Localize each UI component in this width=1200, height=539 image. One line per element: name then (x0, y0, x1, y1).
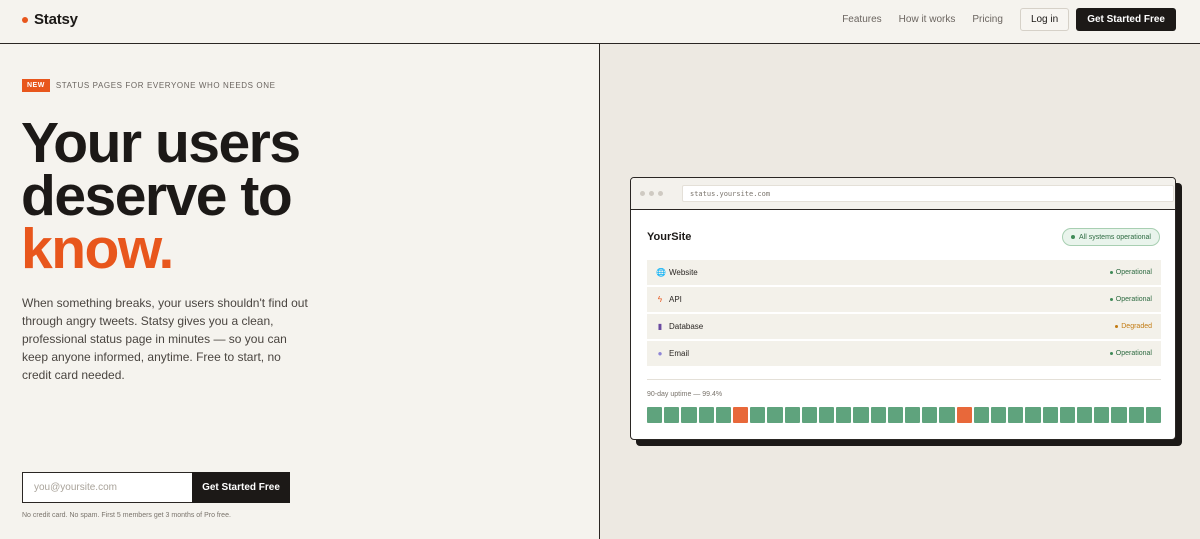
window-dot-icon (658, 191, 663, 196)
service-label: ▮ Database (656, 322, 703, 331)
service-status-text: Operational (1115, 296, 1152, 303)
status-dot-icon (1115, 325, 1119, 328)
uptime-bar-operational[interactable] (750, 407, 766, 423)
uptime-bar-operational[interactable] (801, 407, 818, 423)
service-row: ▮ Database Degraded (647, 314, 1161, 339)
service-status: Operational (1109, 269, 1152, 276)
uptime-bar-operational[interactable] (715, 407, 732, 423)
logo-dot-icon (22, 16, 28, 23)
service-name: Website (669, 268, 698, 277)
service-row: ● Email Operational (647, 341, 1161, 366)
uptime-bar-incident[interactable] (733, 407, 749, 423)
service-status: Operational (1109, 350, 1152, 357)
mockup-site-name: YourSite (647, 231, 692, 243)
email-input[interactable] (22, 472, 192, 503)
lightning-icon: ϟ (657, 295, 663, 304)
vertical-divider (599, 44, 600, 539)
service-status-text: Operational (1115, 350, 1152, 357)
url-bar: status.yoursite.com (682, 185, 1174, 202)
uptime-bar-operational[interactable] (767, 407, 783, 423)
uptime-bar-operational[interactable] (698, 407, 714, 423)
service-status: Degraded (1115, 323, 1152, 330)
uptime-bar-operational[interactable] (647, 407, 663, 423)
uptime-bar-operational[interactable] (1145, 407, 1162, 423)
database-icon: ▮ (657, 322, 663, 331)
uptime-bar-operational[interactable] (905, 407, 921, 423)
nav-pricing[interactable]: Pricing (972, 14, 1003, 25)
uptime-bar-operational[interactable] (784, 407, 800, 423)
overall-status-badge: All systems operational (1062, 228, 1160, 246)
uptime-bar-operational[interactable] (1042, 407, 1058, 423)
headline-line-2: deserve to (21, 164, 293, 228)
top-nav: Statsy Features How it works Pricing Log… (0, 0, 1200, 44)
service-label: ϟ API (656, 295, 682, 304)
browser-chrome: status.yoursite.com (631, 178, 1175, 210)
status-dot-icon (1109, 271, 1113, 274)
logo-text: Statsy (34, 11, 78, 28)
signup-form: Get Started Free (22, 472, 290, 503)
new-badge: NEW (22, 79, 50, 92)
service-name: API (669, 295, 682, 304)
uptime-bar-operational[interactable] (819, 407, 835, 423)
service-status: Operational (1109, 296, 1152, 303)
service-row: ϟ API Operational (647, 287, 1161, 312)
uptime-bar-operational[interactable] (939, 407, 955, 423)
uptime-bar-operational[interactable] (973, 407, 990, 423)
service-status-text: Degraded (1121, 323, 1152, 330)
nav-links: Features How it works Pricing Log in Get… (842, 8, 1176, 31)
uptime-bar-incident[interactable] (956, 407, 972, 423)
overall-status-text: All systems operational (1079, 233, 1151, 241)
window-dot-icon (640, 191, 645, 196)
email-icon: ● (657, 349, 663, 358)
fineprint: No credit card. No spam. First 5 members… (22, 512, 231, 519)
uptime-bar-operational[interactable] (1128, 407, 1144, 423)
service-status-text: Operational (1115, 269, 1152, 276)
service-label: 🌐 Website (656, 268, 698, 277)
uptime-bar-operational[interactable] (681, 407, 697, 423)
uptime-bar-operational[interactable] (853, 407, 869, 423)
nav-how-it-works[interactable]: How it works (899, 14, 956, 25)
signup-button[interactable]: Get Started Free (192, 472, 290, 503)
eyebrow-text: STATUS PAGES FOR EVERYONE WHO NEEDS ONE (55, 81, 276, 90)
hero-headline: Your users deserve to know. (21, 111, 301, 281)
status-dot-icon (1109, 352, 1113, 355)
logo[interactable]: Statsy (22, 11, 78, 28)
uptime-bar-operational[interactable] (887, 407, 904, 423)
uptime-bars (647, 407, 1162, 423)
eyebrow: NEW STATUS PAGES FOR EVERYONE WHO NEEDS … (22, 79, 276, 92)
globe-icon: 🌐 (656, 268, 666, 277)
get-started-button[interactable]: Get Started Free (1076, 8, 1176, 31)
uptime-bar-operational[interactable] (1025, 407, 1041, 423)
uptime-bar-operational[interactable] (836, 407, 852, 423)
uptime-label: 90-day uptime — 99.4% (647, 391, 723, 398)
uptime-bar-operational[interactable] (991, 407, 1007, 423)
uptime-bar-operational[interactable] (664, 407, 680, 423)
status-dot-icon (1071, 235, 1076, 239)
service-row: 🌐 Website Operational (647, 260, 1161, 285)
service-name: Email (669, 349, 690, 358)
uptime-bar-operational[interactable] (1059, 407, 1076, 423)
service-list: 🌐 Website Operational ϟ API Operational ▮ Datab… (647, 260, 1161, 368)
headline-line-1: Your users (21, 111, 301, 175)
uptime-bar-operational[interactable] (1008, 407, 1024, 423)
uptime-bar-operational[interactable] (1094, 407, 1110, 423)
window-dot-icon (649, 191, 654, 196)
login-button[interactable]: Log in (1019, 8, 1070, 31)
status-page-mockup: status.yoursite.com YourSite All systems… (630, 177, 1176, 440)
status-dot-icon (1109, 298, 1113, 301)
uptime-bar-operational[interactable] (922, 407, 938, 423)
uptime-bar-operational[interactable] (1077, 407, 1093, 423)
nav-features[interactable]: Features (842, 14, 881, 25)
divider (647, 379, 1161, 380)
hero-subtext: When something breaks, your users should… (22, 296, 308, 382)
service-label: ● Email (656, 349, 689, 358)
uptime-bar-operational[interactable] (1111, 407, 1127, 423)
headline-accent: know. (21, 217, 174, 281)
service-name: Database (669, 322, 704, 331)
uptime-bar-operational[interactable] (870, 407, 886, 423)
